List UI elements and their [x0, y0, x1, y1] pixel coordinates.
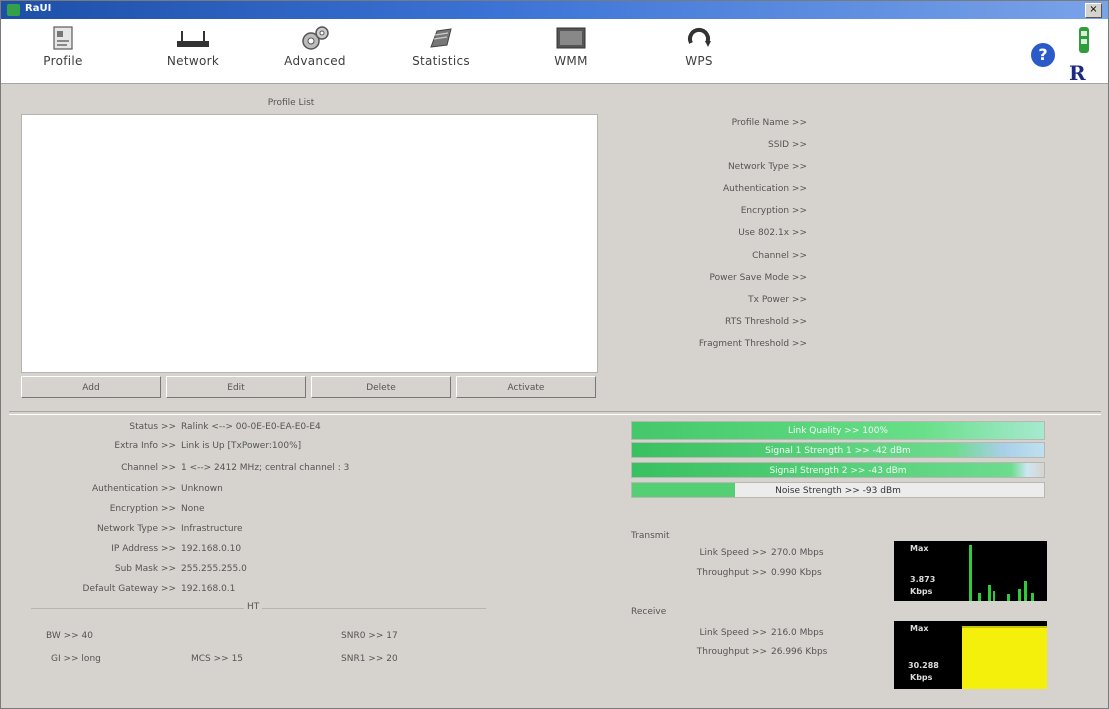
tx-power-label: Tx Power >>	[748, 295, 807, 305]
section-divider	[9, 411, 1101, 415]
transmit-graph-value: 3.873	[910, 575, 936, 584]
toolbar-label: WPS	[685, 54, 713, 68]
receive-link-speed-label: Link Speed >>	[699, 628, 767, 638]
channel-label: Channel >>	[752, 251, 807, 261]
receive-link-speed-value: 216.0 Mbps	[771, 628, 824, 638]
ip-address-value: 192.168.0.10	[181, 544, 242, 554]
toolbar: Profile Network Advanced Statistics WMM …	[1, 19, 1108, 84]
status-value: Ralink <--> 00-0E-E0-EA-E0-E4	[181, 422, 321, 432]
channel-status-value: 1 <--> 2412 MHz; central channel : 3	[181, 463, 350, 473]
network-type-label: Network Type >>	[727, 162, 807, 172]
transmit-link-speed-value: 270.0 Mbps	[771, 548, 824, 558]
network-type-status-label: Network Type >>	[96, 524, 176, 534]
extra-info-value: Link is Up [TxPower:100%]	[181, 441, 302, 451]
noise-strength-bar: Noise Strength >> -93 dBm	[631, 482, 1045, 498]
network-type-status-value: Infrastructure	[181, 524, 243, 534]
power-save-mode-label: Power Save Mode >>	[709, 273, 808, 283]
window-title: RaUI	[25, 3, 52, 14]
profile-list[interactable]	[21, 114, 598, 373]
gears-icon	[302, 26, 329, 50]
ip-address-label: IP Address >>	[111, 544, 176, 554]
toolbar-wmm-button[interactable]: WMM	[529, 25, 613, 81]
receive-throughput-value: 26.996 Kbps	[771, 647, 828, 657]
transmit-link-speed-label: Link Speed >>	[699, 548, 767, 558]
ht-bw: BW >> 40	[46, 631, 94, 641]
channel-status-label: Channel >>	[121, 463, 176, 473]
toolbar-profile-button[interactable]: Profile	[21, 25, 105, 81]
sub-mask-label: Sub Mask >>	[114, 564, 176, 574]
ht-title: HT	[244, 602, 263, 612]
toolbar-wps-button[interactable]: WPS	[657, 25, 741, 81]
extra-info-label: Extra Info >>	[114, 441, 176, 451]
profile-list-title: Profile List	[267, 98, 315, 108]
ssid-label: SSID >>	[768, 140, 807, 150]
default-gateway-label: Default Gateway >>	[82, 584, 176, 594]
transmit-graph-max: Max	[910, 544, 929, 553]
encryption-status-value: None	[181, 504, 205, 514]
authentication-status-value: Unknown	[181, 484, 223, 494]
encryption-label: Encryption >>	[740, 206, 807, 216]
app-window: RaUI × Profile Network Advanced Statisti…	[0, 0, 1109, 709]
toolbar-label: Profile	[43, 54, 83, 68]
receive-graph-value: 30.288	[908, 661, 939, 670]
title-bar[interactable]: RaUI ×	[1, 1, 1108, 19]
encryption-status-label: Encryption >>	[109, 504, 176, 514]
app-icon	[7, 4, 20, 16]
receive-title: Receive	[631, 607, 667, 617]
receive-throughput-label: Throughput >>	[696, 647, 767, 657]
ht-snr0: SNR0 >> 17	[341, 631, 398, 641]
authentication-label: Authentication >>	[722, 184, 807, 194]
sub-mask-value: 255.255.255.0	[181, 564, 247, 574]
activate-button[interactable]: Activate	[456, 376, 596, 398]
status-label: Status >>	[129, 422, 176, 432]
transmit-throughput-value: 0.990 Kbps	[771, 568, 822, 578]
toolbar-label: Statistics	[412, 54, 470, 68]
toolbar-label: Advanced	[284, 54, 346, 68]
receive-graph-max: Max	[910, 624, 929, 633]
transmit-graph-unit: Kbps	[910, 587, 933, 596]
link-quality-bar: Link Quality >> 100%	[631, 421, 1045, 440]
edit-button[interactable]: Edit	[166, 376, 306, 398]
toolbar-label: WMM	[554, 54, 588, 68]
add-button[interactable]: Add	[21, 376, 161, 398]
profile-icon	[53, 26, 73, 50]
default-gateway-value: 192.168.0.1	[181, 584, 236, 594]
network-icon	[177, 31, 209, 47]
transmit-title: Transmit	[631, 531, 670, 541]
receive-graph-unit: Kbps	[910, 673, 933, 682]
authentication-status-label: Authentication >>	[91, 484, 176, 494]
transmit-graph: Max 3.873 Kbps	[894, 541, 1047, 601]
ht-snr1: SNR1 >> 20	[341, 654, 398, 664]
fragment-threshold-label: Fragment Threshold >>	[698, 339, 807, 349]
ht-mcs: MCS >> 15	[191, 654, 244, 664]
toolbar-statistics-button[interactable]: Statistics	[399, 25, 483, 81]
rts-threshold-label: RTS Threshold >>	[725, 317, 807, 327]
signal-strength-1-bar: Signal 1 Strength 1 >> -42 dBm	[631, 442, 1045, 458]
toolbar-network-button[interactable]: Network	[151, 25, 235, 81]
ht-gi: GI >> long	[51, 654, 101, 664]
ralink-logo-icon: R	[1069, 61, 1086, 85]
toolbar-label: Network	[166, 54, 220, 68]
profile-name-label: Profile Name >>	[731, 118, 807, 128]
signal-strength-2-bar: Signal Strength 2 >> -43 dBm	[631, 462, 1045, 478]
close-button[interactable]: ×	[1085, 3, 1102, 18]
statistics-icon	[430, 28, 452, 48]
wps-icon	[688, 27, 711, 47]
toolbar-advanced-button[interactable]: Advanced	[273, 25, 357, 81]
receive-graph: Max 30.288 Kbps	[894, 621, 1047, 689]
use-8021x-label: Use 802.1x >>	[738, 228, 807, 238]
wmm-icon	[556, 27, 586, 49]
transmit-throughput-label: Throughput >>	[696, 568, 767, 578]
help-icon[interactable]: ?	[1031, 43, 1055, 67]
delete-button[interactable]: Delete	[311, 376, 451, 398]
